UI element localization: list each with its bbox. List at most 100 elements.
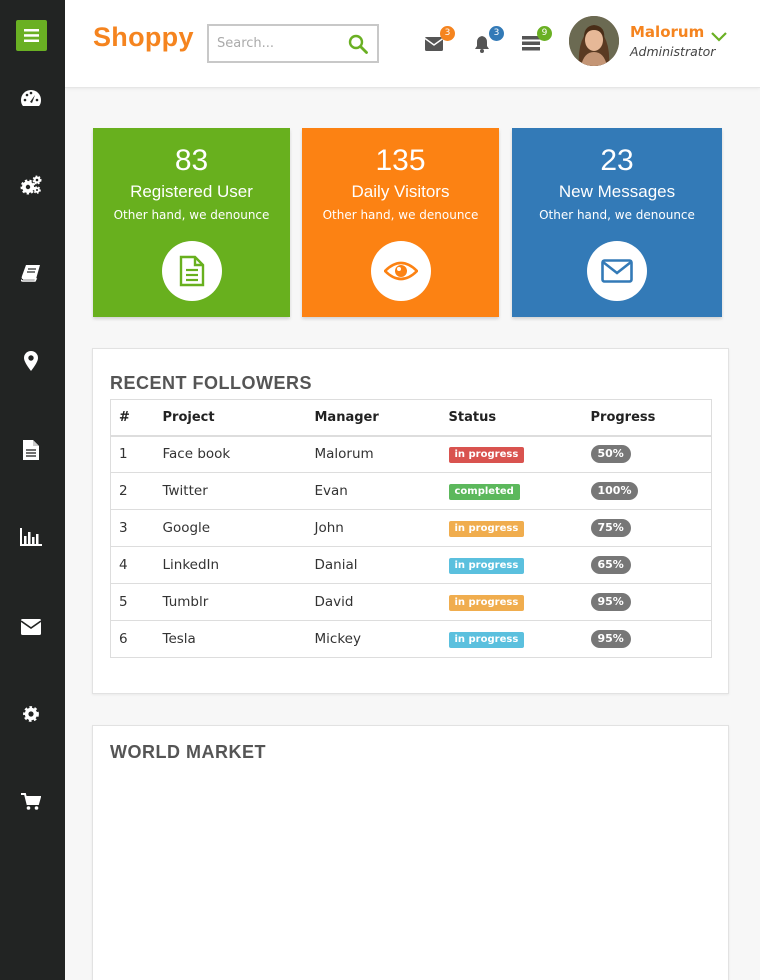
followers-table: # Project Manager Status Progress 1 Face… xyxy=(110,399,712,658)
file-icon xyxy=(23,440,39,460)
column-header: Project xyxy=(154,399,307,437)
stat-icon-circle xyxy=(161,241,222,301)
status-badge: in progress xyxy=(448,521,525,537)
stat-subtitle: Other hand, we denounce xyxy=(539,208,695,222)
row-number: 3 xyxy=(110,509,155,547)
manager-cell: Malorum xyxy=(306,435,441,473)
chevron-down-icon[interactable] xyxy=(711,32,727,42)
avatar[interactable] xyxy=(569,16,619,66)
alerts-notification[interactable]: 3 xyxy=(474,26,504,53)
dashboard-icon xyxy=(21,90,41,106)
table-row[interactable]: 2 Twitter Evan completed 100% xyxy=(110,472,712,510)
row-number: 5 xyxy=(110,583,155,621)
envelope-icon xyxy=(424,37,444,51)
status-badge: in progress xyxy=(448,447,525,464)
table-row[interactable]: 4 LinkedIn Danial in progress 65% xyxy=(110,546,712,584)
stat-icon-circle xyxy=(370,241,431,301)
stat-subtitle: Other hand, we denounce xyxy=(113,208,270,222)
stat-card-daily-visitors[interactable]: 135 Daily Visitors Other hand, we denoun… xyxy=(302,128,499,317)
user-role: Administrator xyxy=(630,44,716,59)
bell-icon xyxy=(475,36,489,53)
table-header-row: # Project Manager Status Progress xyxy=(110,399,712,437)
manager-cell: Evan xyxy=(306,472,441,510)
top-header: Shoppy 3 3 9 Malorum Administrator xyxy=(65,0,760,88)
menu-toggle-button[interactable] xyxy=(16,20,47,51)
sidebar-item-documents[interactable] xyxy=(17,438,45,462)
progress-badge: 65% xyxy=(590,556,631,574)
progress-badge: 100% xyxy=(590,482,639,500)
table-row[interactable]: 1 Face book Malorum in progress 50% xyxy=(110,435,712,473)
status-badge: in progress xyxy=(448,558,525,574)
envelope-icon xyxy=(21,619,41,635)
sidebar-item-location[interactable] xyxy=(17,349,45,373)
manager-cell: Danial xyxy=(306,546,441,584)
alerts-count-badge: 3 xyxy=(489,26,504,41)
sidebar-item-charts[interactable] xyxy=(17,525,45,549)
world-market-panel: WORLD MARKET xyxy=(92,725,729,980)
table-row[interactable]: 3 Google John in progress 75% xyxy=(110,509,712,547)
bar-chart-icon xyxy=(20,528,42,546)
progress-badge: 95% xyxy=(590,593,631,611)
tasks-notification[interactable]: 9 xyxy=(522,26,552,52)
stat-icon-circle xyxy=(587,241,647,301)
progress-badge: 95% xyxy=(590,630,631,648)
column-header: Manager xyxy=(306,399,441,437)
manager-cell: David xyxy=(306,583,441,621)
progress-badge: 75% xyxy=(590,519,631,537)
stat-title: Registered User xyxy=(130,182,253,201)
map-marker-icon xyxy=(24,351,38,371)
column-header: Progress xyxy=(582,399,712,437)
user-photo-icon xyxy=(569,16,619,66)
table-row[interactable]: 5 Tumblr David in progress 95% xyxy=(110,583,712,621)
eye-icon xyxy=(383,261,418,281)
tasks-icon xyxy=(522,36,540,51)
progress-badge: 50% xyxy=(590,445,631,464)
row-number: 1 xyxy=(110,435,155,473)
panel-title: WORLD MARKET xyxy=(110,742,266,762)
project-cell: Google xyxy=(154,509,307,547)
panel-title: RECENT FOLLOWERS xyxy=(110,373,312,393)
sidebar-item-cart[interactable] xyxy=(17,790,45,814)
project-cell: Face book xyxy=(154,435,307,473)
shopping-cart-icon xyxy=(21,793,41,810)
stat-card-new-messages[interactable]: 23 New Messages Other hand, we denounce xyxy=(512,128,722,317)
brand-logo[interactable]: Shoppy xyxy=(93,22,194,53)
row-number: 4 xyxy=(110,546,155,584)
sidebar-item-mail[interactable] xyxy=(17,615,45,639)
stat-value: 83 xyxy=(174,144,209,177)
envelope-icon xyxy=(601,259,633,283)
sidebar-item-settings[interactable] xyxy=(17,173,45,197)
stat-value: 135 xyxy=(375,144,426,177)
stat-title: New Messages xyxy=(558,182,676,201)
book-icon xyxy=(21,265,40,282)
hamburger-icon xyxy=(24,29,39,42)
row-number: 6 xyxy=(110,620,155,658)
tasks-count-badge: 9 xyxy=(537,26,552,41)
status-badge: in progress xyxy=(448,632,525,648)
sidebar-item-dashboard[interactable] xyxy=(17,86,45,110)
stat-card-registered-users[interactable]: 83 Registered User Other hand, we denoun… xyxy=(93,128,290,317)
project-cell: Tumblr xyxy=(154,583,307,621)
table-row[interactable]: 6 Tesla Mickey in progress 95% xyxy=(110,620,712,658)
search-icon[interactable] xyxy=(348,34,368,54)
project-cell: LinkedIn xyxy=(154,546,307,584)
row-number: 2 xyxy=(110,472,155,510)
status-badge: completed xyxy=(448,484,520,500)
column-header: Status xyxy=(440,399,583,437)
messages-notification[interactable]: 3 xyxy=(424,26,455,52)
user-name[interactable]: Malorum xyxy=(630,23,704,41)
sidebar-item-book[interactable] xyxy=(17,261,45,285)
project-cell: Twitter xyxy=(154,472,307,510)
cogs-icon xyxy=(20,175,42,195)
recent-followers-panel: RECENT FOLLOWERS # Project Manager Statu… xyxy=(92,348,729,694)
manager-cell: Mickey xyxy=(306,620,441,658)
sidebar xyxy=(0,0,65,980)
stat-title: Daily Visitors xyxy=(351,182,450,201)
manager-cell: John xyxy=(306,509,441,547)
gear-icon xyxy=(23,706,39,722)
sidebar-item-settings-gear[interactable] xyxy=(17,702,45,726)
status-badge: in progress xyxy=(448,595,525,611)
stat-subtitle: Other hand, we denounce xyxy=(322,208,479,222)
search-input[interactable] xyxy=(209,26,339,61)
column-header: # xyxy=(110,399,155,437)
